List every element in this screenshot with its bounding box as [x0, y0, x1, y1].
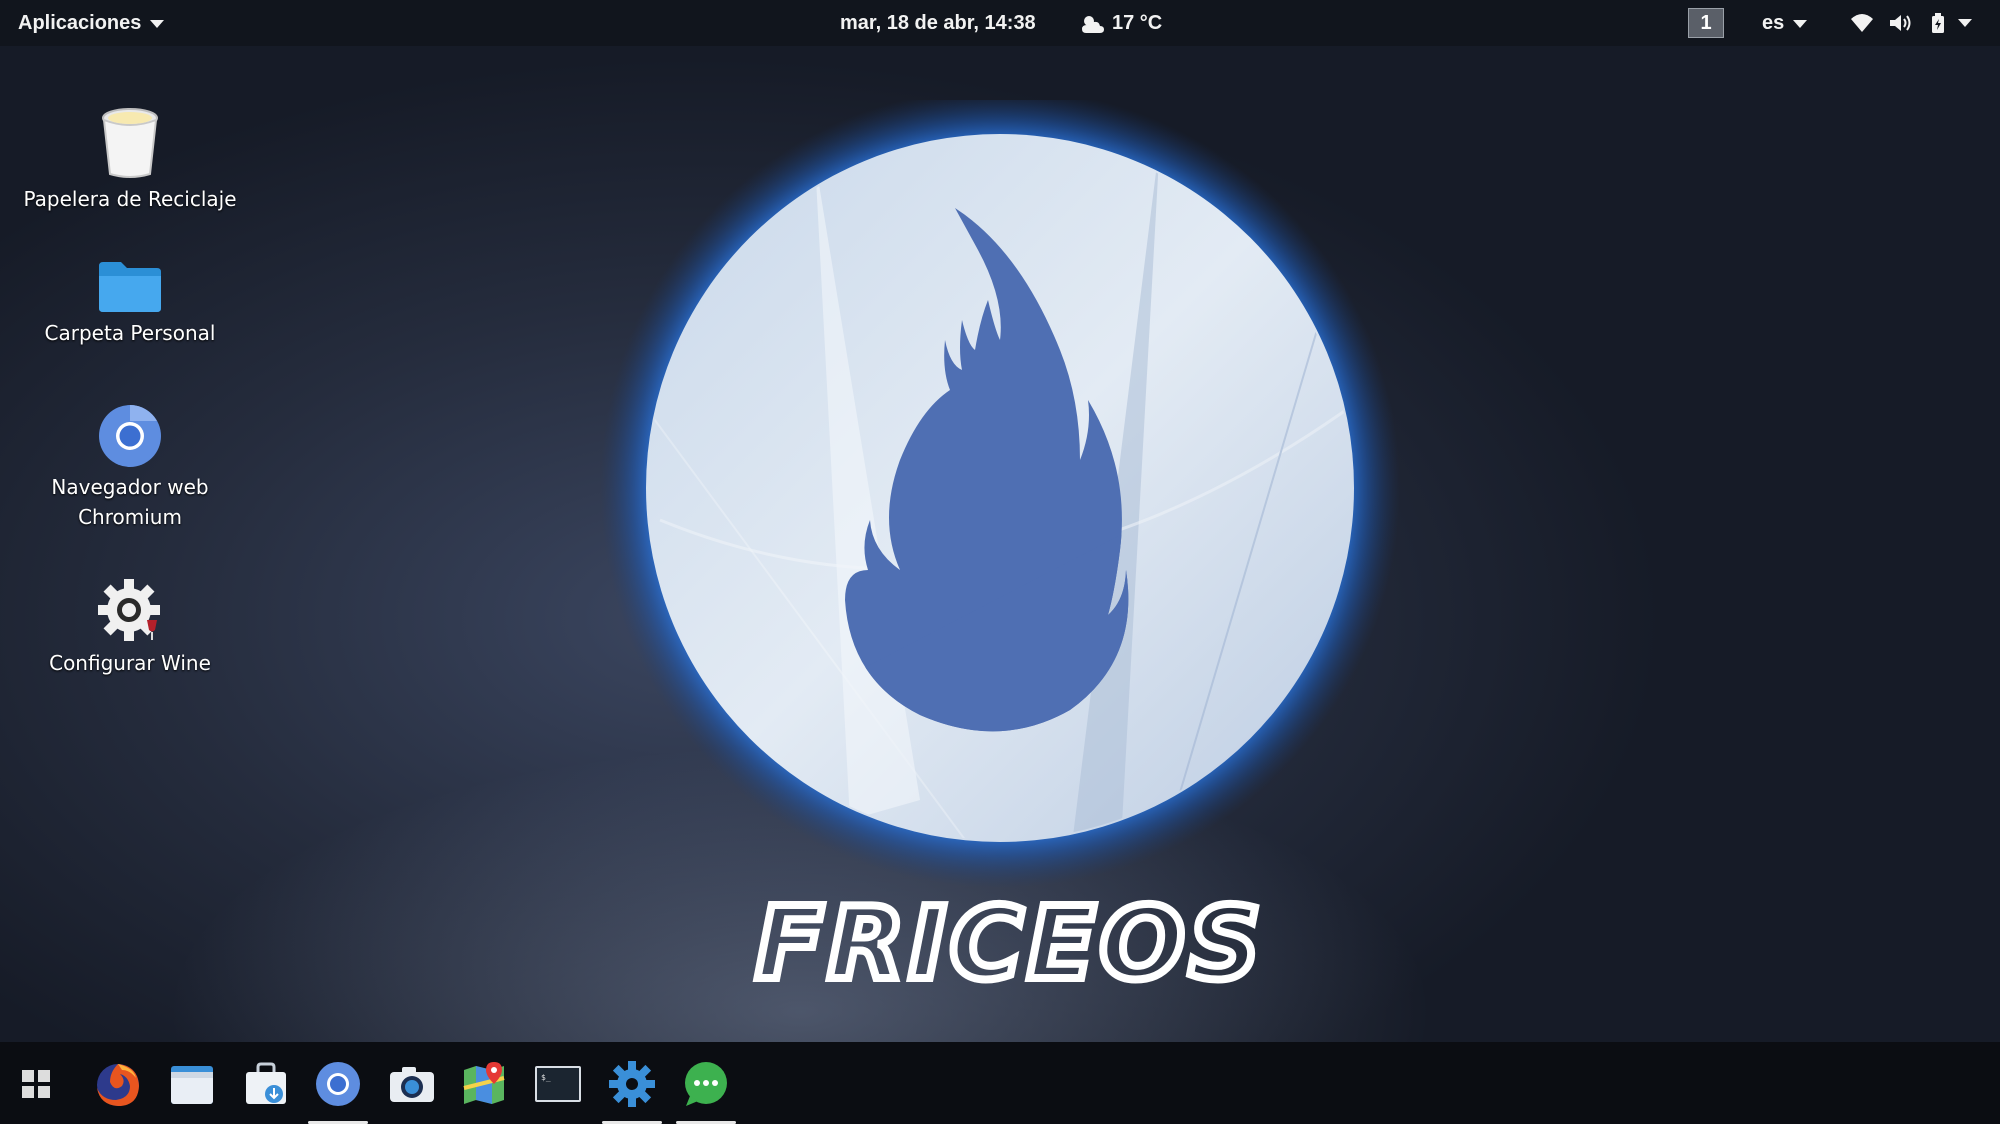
- top-bar: Aplicaciones mar, 18 de abr, 14:38 17 °C…: [0, 0, 2000, 46]
- desktop-icon-chromium[interactable]: Navegador web Chromium: [20, 404, 240, 532]
- weather-temp: 17 °C: [1112, 12, 1163, 34]
- weather-indicator[interactable]: 17 °C: [1080, 0, 1162, 46]
- volume-icon[interactable]: [1888, 12, 1912, 34]
- file-manager-icon: [171, 1066, 213, 1104]
- desktop-icon-label: Carpeta Personal: [44, 321, 216, 345]
- dock-item-settings[interactable]: [602, 1058, 662, 1124]
- keyboard-layout-menu[interactable]: es: [1762, 0, 1808, 46]
- software-center-icon: [246, 1062, 286, 1104]
- chromium-icon: [99, 405, 161, 467]
- keyboard-layout-label: es: [1762, 12, 1785, 34]
- maps-icon: [463, 1062, 505, 1104]
- applications-menu-label: Aplicaciones: [18, 12, 142, 34]
- trash-icon: [102, 108, 158, 178]
- desktop-icon-label: Navegador web Chromium: [51, 475, 209, 529]
- desktop-icon-label: Papelera de Reciclaje: [23, 187, 237, 211]
- friceos-logo: [600, 100, 1400, 888]
- desktop-icon-home-folder[interactable]: Carpeta Personal: [20, 260, 240, 348]
- dock-item-firefox[interactable]: [92, 1058, 144, 1110]
- svg-text:$_: $_: [541, 1073, 551, 1082]
- firefox-icon: [97, 1064, 139, 1106]
- cloudy-sun-icon: [1082, 15, 1104, 33]
- dock-item-chromium[interactable]: [308, 1058, 368, 1124]
- desktop-icon-trash[interactable]: Papelera de Reciclaje: [20, 108, 240, 214]
- dock: $_: [0, 1042, 2000, 1124]
- brand-text: FRICEOS: [755, 890, 1264, 1000]
- system-menu-caret-icon[interactable]: [1958, 19, 1972, 27]
- camera-icon: [390, 1067, 434, 1102]
- battery-icon[interactable]: [1926, 12, 1950, 34]
- dock-item-app-grid[interactable]: [10, 1058, 62, 1110]
- dock-item-terminal[interactable]: $_: [532, 1058, 584, 1110]
- desktop-icon-label: Configurar Wine: [49, 651, 211, 675]
- desktop-icon-wine-config[interactable]: Configurar Wine: [20, 578, 240, 678]
- dock-item-camera[interactable]: [386, 1058, 438, 1110]
- wine-config-icon: [98, 579, 160, 641]
- brand-wordmark: FRICEOS: [751, 890, 1264, 1000]
- chevron-down-icon: [1793, 19, 1808, 28]
- folder-icon: [99, 262, 161, 312]
- chevron-down-icon: [150, 19, 165, 28]
- clock-label: mar, 18 de abr, 14:38: [840, 12, 1036, 34]
- terminal-icon: $_: [535, 1066, 581, 1102]
- wifi-icon[interactable]: [1850, 12, 1874, 34]
- dock-item-maps[interactable]: [458, 1058, 510, 1110]
- chromium-icon: [316, 1062, 360, 1106]
- dock-item-files[interactable]: [166, 1058, 218, 1110]
- dock-item-chat[interactable]: [676, 1058, 736, 1124]
- settings-icon: [609, 1061, 655, 1107]
- chat-icon: [685, 1062, 727, 1106]
- workspace-indicator[interactable]: 1: [1688, 8, 1724, 38]
- applications-menu[interactable]: Aplicaciones: [18, 0, 165, 46]
- app-grid-icon: [22, 1070, 50, 1098]
- dock-item-software[interactable]: [240, 1058, 292, 1110]
- clock[interactable]: mar, 18 de abr, 14:38: [840, 0, 1036, 46]
